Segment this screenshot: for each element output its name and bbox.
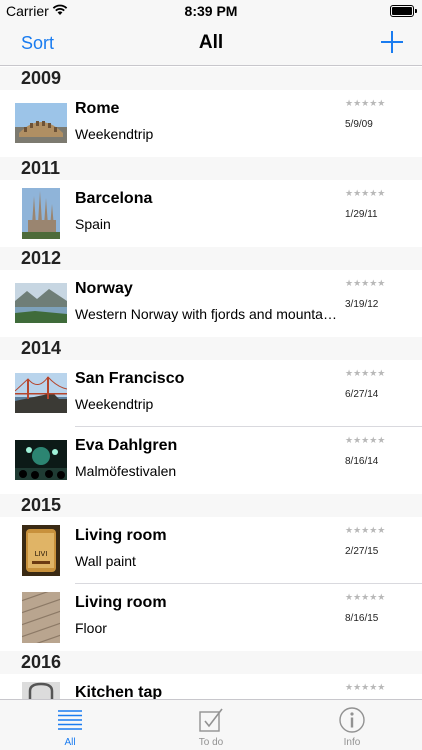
item-subtitle: Spain: [75, 216, 111, 232]
navigation-bar: Sort All: [0, 22, 422, 66]
item-title: Eva Dahlgren: [75, 437, 178, 454]
star-rating-icon: ★★★★★: [345, 525, 386, 535]
tab-todo-label: To do: [198, 737, 224, 748]
thumbnail-image: [15, 283, 67, 323]
item-subtitle: Western Norway with fjords and mountains: [75, 306, 337, 322]
info-icon: [339, 707, 365, 733]
list-item[interactable]: Living room Floor ★★★★★ 8/16/15: [0, 584, 422, 651]
item-date: 5/9/09: [345, 119, 373, 130]
thumbnail-image: [15, 373, 67, 413]
list-item[interactable]: LIVI Living room Wall paint ★★★★★ 2/27/15: [0, 517, 422, 584]
thumbnail-image: [22, 682, 60, 699]
star-rating-icon: ★★★★★: [345, 592, 386, 602]
item-title: Living room: [75, 594, 167, 611]
page-title: All: [198, 32, 224, 53]
item-date: 1/29/11: [345, 209, 378, 220]
section-header-2011: 2011: [0, 157, 422, 180]
item-date: 8/16/15: [345, 613, 379, 624]
item-subtitle: Weekendtrip: [75, 126, 154, 142]
list-icon: [58, 710, 82, 730]
item-subtitle: Malmöfestivalen: [75, 463, 177, 479]
item-title: Living room: [75, 527, 167, 544]
item-list[interactable]: 2009 Rome Weekendtrip ★★★★★ 5/9/09 2011 Barcel…: [0, 67, 422, 699]
star-rating-icon: ★★★★★: [345, 278, 386, 288]
item-date: 3/19/12: [345, 299, 379, 310]
tab-all[interactable]: All: [0, 700, 140, 750]
section-header-2012: 2012: [0, 247, 422, 270]
section-header-2014: 2014: [0, 337, 422, 360]
item-subtitle: Floor: [75, 620, 107, 636]
tab-bar: All To do Info: [0, 699, 422, 750]
add-button[interactable]: [381, 31, 403, 53]
item-subtitle: Wall paint: [75, 553, 136, 569]
checkbox-icon: [199, 708, 223, 732]
item-subtitle: Weekendtrip: [75, 396, 154, 412]
tab-todo[interactable]: To do: [141, 700, 281, 750]
tab-info-label: Info: [343, 737, 361, 748]
star-rating-icon: ★★★★★: [345, 188, 386, 198]
status-bar: Carrier 8:39 PM: [0, 0, 422, 22]
item-title: San Francisco: [75, 370, 185, 387]
list-item[interactable]: Eva Dahlgren Malmöfestivalen ★★★★★ 8/16/14: [0, 427, 422, 494]
clock: 8:39 PM: [184, 3, 238, 19]
section-header-2015: 2015: [0, 494, 422, 517]
item-date: 6/27/14: [345, 389, 379, 400]
star-rating-icon: ★★★★★: [345, 435, 386, 445]
svg-text:LIVI: LIVI: [35, 550, 48, 558]
item-date: 2/27/15: [345, 546, 379, 557]
battery-icon: [390, 5, 417, 17]
item-date: 8/16/14: [345, 456, 379, 467]
section-header-2016: 2016: [0, 651, 422, 674]
item-title: Norway: [75, 280, 133, 297]
list-item[interactable]: Norway Western Norway with fjords and mou…: [0, 270, 422, 337]
thumbnail-image: [15, 103, 67, 143]
tab-all-label: All: [64, 737, 76, 748]
list-item[interactable]: San Francisco Weekendtrip ★★★★★ 6/27/14: [0, 360, 422, 427]
star-rating-icon: ★★★★★: [345, 98, 386, 108]
item-title: Kitchen tap: [75, 684, 163, 699]
item-title: Rome: [75, 100, 120, 117]
list-item[interactable]: Barcelona Spain ★★★★★ 1/29/11: [0, 180, 422, 247]
thumbnail-image: [15, 440, 67, 480]
star-rating-icon: ★★★★★: [345, 682, 386, 692]
thumbnail-image: LIVI: [22, 525, 60, 576]
list-item[interactable]: Rome Weekendtrip ★★★★★ 5/9/09: [0, 90, 422, 157]
list-item[interactable]: Kitchen tap ★★★★★: [0, 674, 422, 699]
thumbnail-image: [22, 188, 60, 239]
section-header-2009: 2009: [0, 67, 422, 90]
item-title: Barcelona: [75, 190, 153, 207]
tab-info[interactable]: Info: [282, 700, 422, 750]
star-rating-icon: ★★★★★: [345, 368, 386, 378]
thumbnail-image: [22, 592, 60, 643]
